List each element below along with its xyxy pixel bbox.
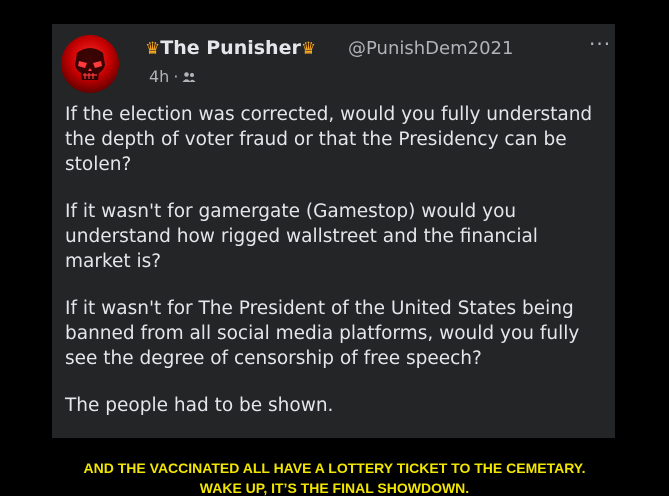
- author-name[interactable]: The Punisher: [160, 37, 301, 59]
- crown-icon: ♛: [300, 39, 317, 59]
- caption-line: WAKE UP, IT’S THE FINAL SHOWDOWN.: [199, 480, 470, 496]
- meta-separator: ·: [173, 67, 179, 86]
- author-name-row[interactable]: ♛The Punisher♛: [145, 37, 316, 59]
- post-meta: 4h ·: [149, 67, 196, 86]
- meme-frame: ♛The Punisher♛ @PunishDem2021 ··· 4h · If…: [0, 0, 669, 496]
- post-paragraph: The people had to be shown.: [65, 395, 334, 416]
- caption-line: AND THE VACCINATED ALL HAVE A LOTTERY TI…: [83, 460, 586, 476]
- more-options-button[interactable]: ···: [589, 32, 611, 56]
- avatar[interactable]: [61, 35, 119, 93]
- post-time[interactable]: 4h: [149, 67, 169, 86]
- friends-icon[interactable]: [182, 71, 196, 83]
- social-post: ♛The Punisher♛ @PunishDem2021 ··· 4h · If…: [52, 24, 615, 438]
- punisher-skull-icon: [75, 48, 105, 80]
- post-paragraph: If it wasn't for The President of the Un…: [65, 298, 580, 369]
- post-paragraph: If the election was corrected, would you…: [65, 104, 593, 175]
- crown-icon: ♛: [145, 39, 161, 59]
- post-paragraph: If it wasn't for gamergate (Gamestop) wo…: [65, 201, 538, 272]
- post-body: If the election was corrected, would you…: [65, 102, 605, 440]
- author-handle[interactable]: @PunishDem2021: [348, 38, 513, 59]
- meme-caption: AND THE VACCINATED ALL HAVE A LOTTERY TI…: [0, 458, 669, 496]
